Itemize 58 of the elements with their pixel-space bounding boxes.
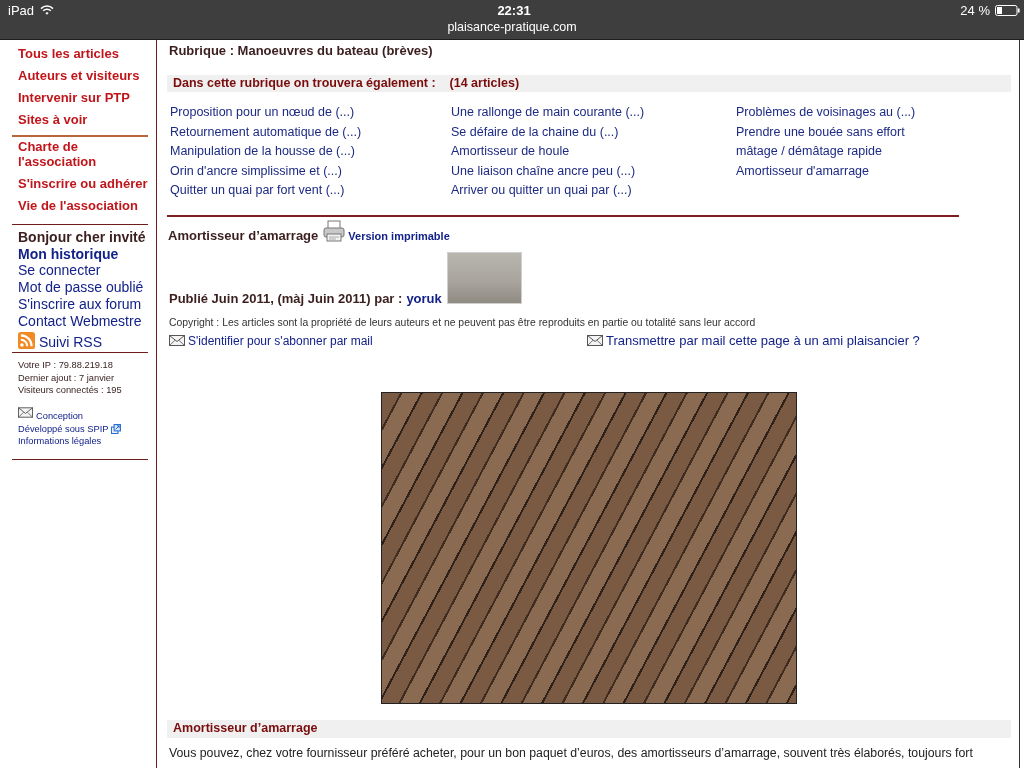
section-heading: Amortisseur d’amarrage (173, 720, 318, 738)
article-link[interactable]: Quitter un quai par fort vent (...) (170, 181, 345, 201)
external-link-icon (111, 423, 122, 434)
info-text: Dernier ajout : 7 janvier (18, 371, 116, 384)
menu-link[interactable]: Sites à voir (12, 109, 88, 131)
footer-link[interactable]: Développé sous SPIP (18, 422, 109, 436)
menu-link[interactable]: Vie de l'association (12, 195, 138, 217)
greeting-text: Bonjour cher invité (18, 229, 146, 246)
subscribe-link[interactable]: S'identifier pour s'abonner par mail (188, 332, 373, 349)
article-link[interactable]: mâtage / démâtage rapide (736, 142, 882, 162)
account-link[interactable]: Mon historique (18, 245, 119, 263)
menu-link[interactable]: Charte de l'association (12, 137, 148, 173)
article-link[interactable]: Amortisseur de houle (451, 142, 570, 162)
mail-icon (18, 407, 33, 419)
section-title: Rubrique : Manoeuvres du bateau (brèves) (168, 44, 434, 58)
menu-link[interactable]: Tous les articles (12, 43, 119, 65)
author-link[interactable]: yoruk (406, 290, 442, 307)
account-link[interactable]: S'inscrire aux forum (18, 295, 142, 313)
account-link[interactable]: Se connecter (18, 262, 101, 280)
info-text: Votre IP : 79.88.219.18 (18, 359, 114, 372)
account-link[interactable]: Contact Webmestre (18, 312, 142, 330)
footer-link[interactable]: Informations légales (18, 435, 102, 448)
body-text: Vous pouvez, chez votre fournisseur préféré acheter, pour un bon paquet d’euros, des amortisseurs d’amarrage, souvent très élaborés, toujours fort (169, 744, 974, 761)
rss-link[interactable]: Suivi RSS (39, 330, 103, 350)
byline-text: Publié Juin 2011, (màj Juin 2011) par : (169, 290, 403, 307)
url-address[interactable]: plaisance-pratique.com (447, 20, 577, 35)
article-link[interactable]: Problèmes de voisinages au (...) (736, 103, 916, 123)
article-link[interactable]: Retournement automatique de (...) (170, 122, 362, 143)
section-heading: Dans cette rubrique on trouvera également : (173, 75, 436, 92)
mail-icon (587, 335, 603, 347)
article-link[interactable]: Orin d'ancre simplissime et (...) (170, 161, 342, 182)
article-link[interactable]: Prendre une bouée sans effort (736, 122, 905, 143)
wifi-icon (40, 5, 55, 15)
battery-icon (995, 4, 1020, 16)
rss-icon (18, 331, 35, 349)
article-link[interactable]: Se défaire de la chaine du (...) (451, 122, 619, 143)
footer-link[interactable]: Conception (36, 410, 84, 423)
battery-percent: 24 % (960, 2, 990, 18)
copyright-text: Copyright : Les articles sont la propriété de leurs auteurs et ne peuvent pas être reproduits en partie ou totalité sans leur accord (168, 315, 757, 329)
mail-icon (169, 335, 185, 347)
article-link[interactable]: Arriver ou quitter un quai par (...) (451, 181, 632, 201)
article-count: (14 articles) (449, 75, 520, 92)
article-link[interactable]: Une rallonge de main courante (...) (451, 103, 645, 123)
device-label: iPad (8, 2, 35, 18)
info-text: Visiteurs connectés : 195 (18, 383, 123, 397)
article-link[interactable]: Manipulation de la housse de (...) (170, 142, 355, 162)
forward-link[interactable]: Transmettre par mail cette page à un ami plaisancier ? (606, 332, 920, 349)
article-title: Amortisseur d’amarrage (168, 227, 319, 244)
clock-time: 22:31 (497, 2, 531, 18)
article-link[interactable]: Une liaison chaîne ancre peu (...) (451, 161, 636, 182)
article-link[interactable]: Proposition pour un nœud de (...) (170, 103, 355, 123)
menu-link[interactable]: S'inscrire ou adhérer (12, 173, 148, 195)
menu-link[interactable]: Intervenir sur PTP (12, 87, 130, 109)
article-link[interactable]: Amortisseur d'amarrage (736, 161, 869, 182)
account-link[interactable]: Mot de passe oublié (18, 279, 144, 296)
printer-icon (323, 219, 346, 242)
print-link[interactable]: Version imprimable (348, 227, 450, 244)
menu-link[interactable]: Auteurs et visiteurs (12, 65, 140, 87)
